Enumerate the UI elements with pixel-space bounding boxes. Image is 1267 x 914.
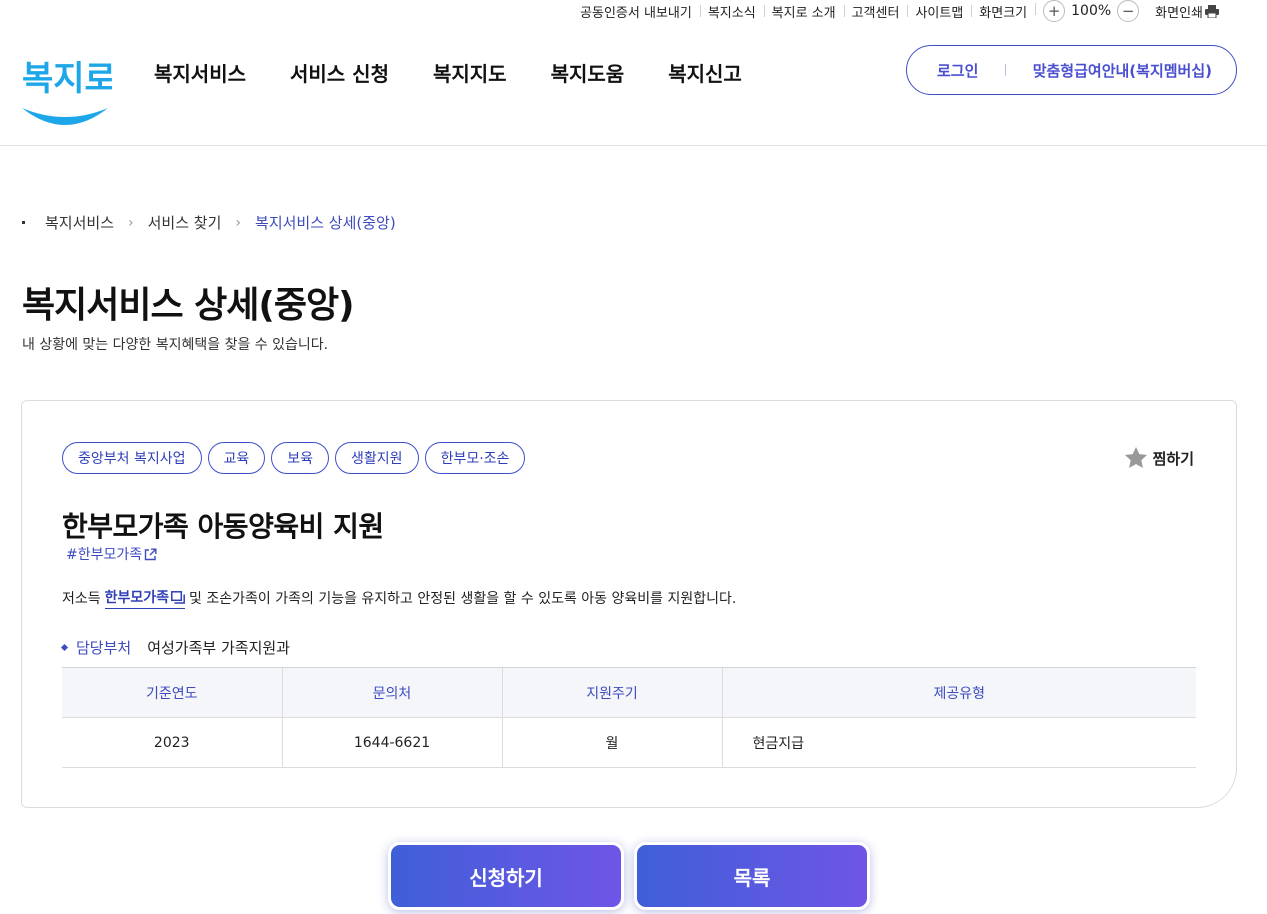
breadcrumb-item-service-search[interactable]: 서비스 찾기 (148, 212, 222, 233)
sitemap-link[interactable]: 사이트맵 (907, 2, 971, 21)
nav-service-apply[interactable]: 서비스 신청 (290, 58, 389, 87)
department-label: 담당부처 (76, 639, 132, 657)
keyword-popup-link[interactable]: 한부모가족 (104, 587, 186, 609)
breadcrumb-item-welfare-service[interactable]: 복지서비스 (45, 212, 114, 233)
about-link[interactable]: 복지로 소개 (763, 2, 844, 21)
table-header-row: 기준연도 문의처 지원주기 제공유형 (62, 667, 1196, 718)
breadcrumb: 복지서비스 › 서비스 찾기 › 복지서비스 상세(중앙) (22, 212, 396, 233)
page-title: 복지서비스 상세(중앙) (22, 285, 355, 326)
header-base-year: 기준연도 (62, 667, 282, 718)
main-nav: 복지서비스 서비스 신청 복지지도 복지도움 복지신고 (154, 58, 742, 87)
auth-box: 로그인 맞춤형급여안내(복지멤버십) (906, 45, 1237, 95)
breadcrumb-item-current: 복지서비스 상세(중앙) (255, 214, 396, 232)
list-button[interactable]: 목록 (634, 842, 870, 910)
zoom-out-button[interactable]: − (1117, 0, 1140, 22)
tag-childcare[interactable]: 보육 (271, 442, 330, 474)
tag-education[interactable]: 교육 (207, 442, 266, 474)
site-header: 복지로 복지서비스 서비스 신청 복지지도 복지도움 복지신고 로그인 맞춤형급… (0, 22, 1267, 146)
apply-button[interactable]: 신청하기 (388, 842, 624, 910)
diamond-bullet-icon (60, 643, 69, 652)
hashtag-text: #한부모가족 (66, 547, 143, 563)
zoom-control: + 100% − (1035, 0, 1147, 22)
hashtag-link[interactable]: #한부모가족 (66, 544, 157, 564)
favorite-label: 찜하기 (1152, 449, 1194, 468)
news-link[interactable]: 복지소식 (699, 2, 764, 21)
service-tags: 중앙부처 복지사업 교육 보육 생활지원 한부모·조손 (62, 442, 526, 474)
membership-button[interactable]: 맞춤형급여안내(복지멤버십) (1033, 60, 1212, 81)
keyword-text: 한부모가족 (104, 590, 170, 606)
external-link-icon (144, 548, 157, 560)
cell-base-year: 2023 (62, 717, 282, 768)
printer-icon (1205, 4, 1219, 18)
nav-welfare-map[interactable]: 복지지도 (433, 58, 507, 87)
description-suffix: 및 조손가족이 가족의 기능을 유지하고 안정된 생활을 할 수 있도록 아동 … (189, 591, 737, 607)
description-prefix: 저소득 (62, 591, 101, 607)
star-icon (1124, 446, 1147, 468)
print-button[interactable]: 화면인쇄 (1147, 2, 1227, 21)
table-row: 2023 1644-6621 월 현금지급 (62, 717, 1196, 768)
utility-bar: 공동인증서 내보내기 복지소식 복지로 소개 고객센터 사이트맵 화면크기 + … (572, 0, 1227, 22)
service-detail-card: 중앙부처 복지사업 교육 보육 생활지원 한부모·조손 찜하기 한부모가족 아동… (21, 400, 1237, 808)
zoom-value: 100% (1071, 3, 1112, 19)
popup-icon (171, 590, 185, 604)
department-row: 담당부처 여성가족부 가족지원과 (60, 637, 290, 658)
chevron-right-icon: › (128, 214, 134, 231)
header-contact: 문의처 (281, 667, 502, 718)
service-info-table: 기준연도 문의처 지원주기 제공유형 2023 1644-6621 월 현금지급 (62, 667, 1196, 768)
support-link[interactable]: 고객센터 (843, 2, 908, 21)
nav-welfare-service[interactable]: 복지서비스 (154, 58, 246, 87)
login-button[interactable]: 로그인 (937, 60, 978, 81)
action-buttons: 신청하기 목록 (388, 842, 870, 910)
chevron-right-icon: › (235, 214, 242, 231)
tag-living-support[interactable]: 생활지원 (335, 442, 419, 474)
cell-provision-type: 현금지급 (721, 717, 1196, 768)
favorite-button[interactable]: 찜하기 (1123, 445, 1194, 471)
header-support-cycle: 지원주기 (501, 667, 722, 718)
zoom-in-button[interactable]: + (1043, 0, 1066, 22)
breadcrumb-home-dot (22, 221, 25, 224)
screen-size-label: 화면크기 (971, 2, 1035, 21)
auth-divider (1005, 64, 1007, 76)
service-description: 저소득 한부모가족 및 조손가족이 가족의 기능을 유지하고 안정된 생활을 할… (62, 587, 736, 609)
header-provision-type: 제공유형 (721, 667, 1196, 718)
tag-single-parent[interactable]: 한부모·조손 (424, 442, 526, 474)
cell-contact: 1644-6621 (281, 717, 502, 768)
department-value: 여성가족부 가족지원과 (147, 639, 290, 657)
logo-text: 복지로 (22, 59, 112, 99)
bokjiro-logo[interactable]: 복지로 (18, 42, 112, 128)
cert-export-link[interactable]: 공동인증서 내보내기 (572, 2, 700, 21)
page-description: 내 상황에 맞는 다양한 복지혜택을 찾을 수 있습니다. (22, 337, 329, 353)
cell-support-cycle: 월 (501, 717, 722, 768)
nav-welfare-report[interactable]: 복지신고 (668, 58, 742, 87)
tag-central-ministry[interactable]: 중앙부처 복지사업 (62, 442, 202, 474)
service-title: 한부모가족 아동양육비 지원 (62, 510, 384, 543)
nav-welfare-help[interactable]: 복지도움 (551, 58, 625, 87)
print-label: 화면인쇄 (1155, 5, 1203, 21)
